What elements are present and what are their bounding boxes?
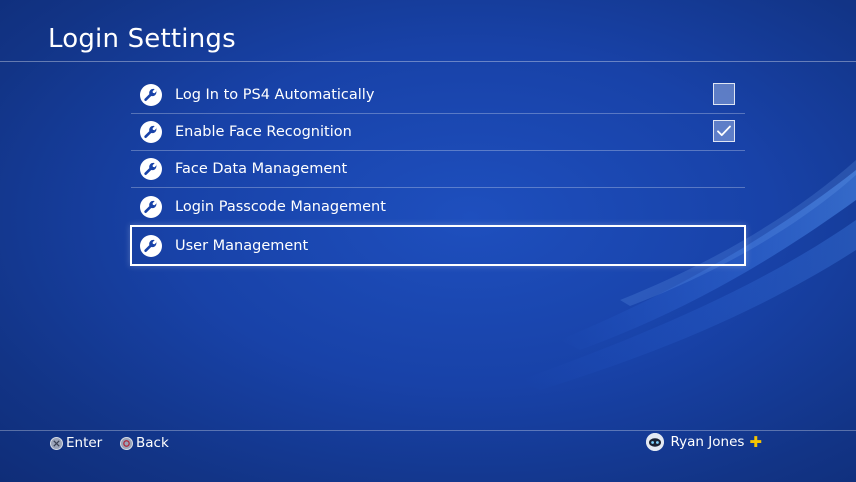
footer-bar: Enter Back Ryan Jones ✚ [0,432,856,456]
wrench-icon [140,234,162,257]
page-title: Login Settings [48,24,236,54]
footer-divider [0,430,856,431]
menu-item-passcode[interactable]: Login Passcode Management [131,188,745,225]
menu-item-label: Log In to PS4 Automatically [175,87,375,103]
menu-item-label: Login Passcode Management [175,198,386,215]
menu-item-label: Enable Face Recognition [175,124,352,140]
menu-item-user-management[interactable]: User Management [130,225,746,266]
playstation-plus-icon: ✚ [749,432,762,451]
user-profile[interactable]: Ryan Jones ✚ [645,432,762,451]
avatar [645,433,664,451]
circle-button-icon [120,436,133,450]
title-divider [0,61,856,62]
settings-menu: Log In to PS4 Automatically Enable Face … [130,77,746,266]
wrench-icon [140,158,162,180]
menu-item-face-data[interactable]: Face Data Management [131,151,745,188]
menu-item-face-recognition[interactable]: Enable Face Recognition [131,114,745,151]
cross-button-icon [50,436,63,450]
enter-hint[interactable]: Enter [50,435,102,451]
auto-login-checkbox[interactable] [713,83,735,105]
wrench-icon [140,195,162,218]
menu-item-label: User Management [175,237,309,254]
back-hint[interactable]: Back [120,435,169,451]
back-label: Back [136,435,169,451]
wrench-icon [140,121,162,143]
checkmark-icon [717,125,731,137]
user-name: Ryan Jones [670,434,745,450]
face-recognition-checkbox[interactable] [713,120,735,142]
enter-label: Enter [66,435,103,451]
menu-item-label: Face Data Management [175,161,348,177]
wrench-icon [140,84,162,106]
menu-item-auto-login[interactable]: Log In to PS4 Automatically [131,77,745,114]
